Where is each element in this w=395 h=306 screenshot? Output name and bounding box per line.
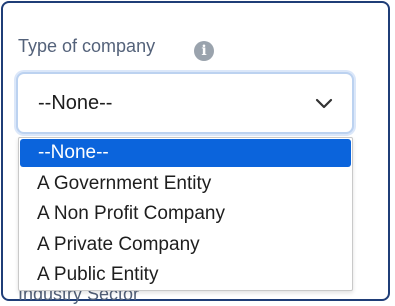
option-none[interactable]: --None-- bbox=[20, 139, 351, 167]
company-type-label: Type of company bbox=[18, 36, 156, 56]
option-public-entity[interactable]: A Public Entity bbox=[19, 260, 352, 291]
select-current-value: --None-- bbox=[38, 92, 113, 114]
option-non-profit-company[interactable]: A Non Profit Company bbox=[19, 199, 352, 230]
chevron-down-icon bbox=[315, 98, 333, 109]
company-type-select[interactable]: --None-- bbox=[16, 72, 354, 134]
option-government-entity[interactable]: A Government Entity bbox=[19, 169, 352, 200]
company-type-listbox: --None-- A Government Entity A Non Profi… bbox=[18, 137, 353, 291]
info-icon[interactable]: i bbox=[194, 41, 214, 61]
option-private-company[interactable]: A Private Company bbox=[19, 230, 352, 261]
